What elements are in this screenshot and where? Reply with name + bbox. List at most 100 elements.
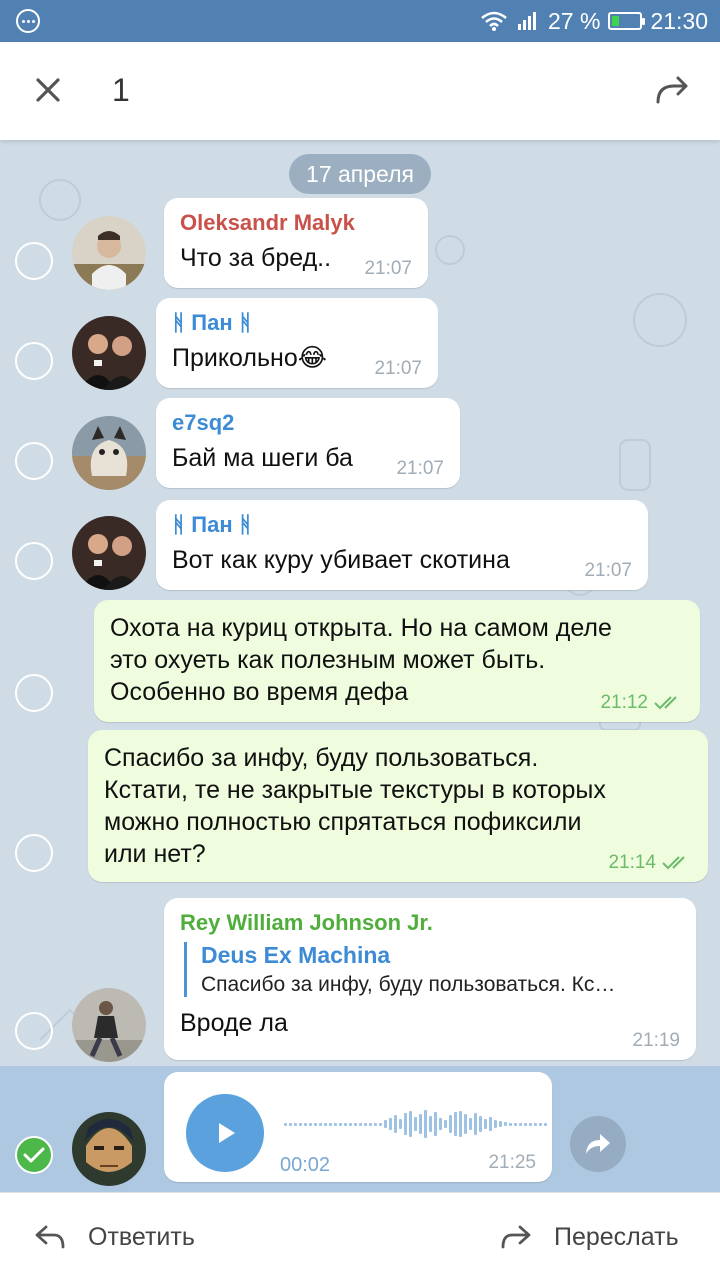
waveform-bar: [404, 1113, 407, 1135]
message-bubble[interactable]: Rey William Johnson Jr. Deus Ex Machina …: [164, 898, 696, 1060]
sender-name[interactable]: e7sq2: [172, 410, 444, 436]
waveform-bar: [459, 1111, 462, 1137]
waveform-bar: [534, 1122, 537, 1126]
waveform-bar: [419, 1114, 422, 1134]
voice-message-bubble[interactable]: 00:02 21:25: [164, 1072, 552, 1182]
select-checkbox[interactable]: [15, 674, 53, 712]
message-time: 21:25: [488, 1152, 536, 1173]
waveform-bar: [374, 1122, 377, 1126]
waveform-bar: [479, 1116, 482, 1132]
waveform-bar: [349, 1122, 352, 1126]
waveform-bar: [309, 1122, 312, 1126]
waveform-bar: [524, 1122, 527, 1126]
message-time: 21:07: [364, 258, 412, 279]
waveform-bar: [529, 1122, 532, 1126]
select-checkbox-checked[interactable]: [15, 1136, 53, 1174]
avatar[interactable]: [72, 216, 146, 290]
status-right: 27 % 21:30: [480, 0, 708, 42]
waveform-bar: [314, 1122, 317, 1126]
battery-fill: [612, 16, 620, 26]
message-time: 21:07: [396, 458, 444, 479]
forward-icon[interactable]: [652, 70, 692, 110]
waveform-bar: [514, 1122, 517, 1126]
reply-label[interactable]: Ответить: [88, 1223, 195, 1252]
waveform-bar: [504, 1122, 507, 1126]
sender-name[interactable]: ᚻ Пан ᚻ: [172, 512, 632, 538]
avatar[interactable]: [72, 516, 146, 590]
forward-icon: [501, 1225, 531, 1249]
message-bubble[interactable]: e7sq2 Бай ма шеги ба 21:07: [156, 398, 460, 488]
select-checkbox[interactable]: [15, 442, 53, 480]
message-text-line: или нет?: [104, 840, 206, 868]
sender-name[interactable]: Oleksandr Malyk: [180, 210, 412, 236]
voice-waveform[interactable]: [284, 1108, 547, 1140]
message-meta: 21:14: [608, 852, 692, 874]
waveform-bar: [329, 1122, 332, 1126]
select-checkbox[interactable]: [15, 542, 53, 580]
message-bubble[interactable]: ᚻ Пан ᚻ Прикольно😂 21:07: [156, 298, 438, 388]
double-check-icon: [662, 856, 685, 870]
waveform-bar: [424, 1110, 427, 1138]
message-time: 21:07: [584, 560, 632, 581]
select-checkbox[interactable]: [15, 342, 53, 380]
message-bubble-outgoing[interactable]: Охота на куриц открыта. Но на самом деле…: [94, 600, 700, 722]
message-bubble[interactable]: Oleksandr Malyk Что за бред.. 21:07: [164, 198, 428, 288]
close-icon[interactable]: [28, 70, 68, 110]
message-time: 21:12: [600, 692, 648, 713]
sender-name[interactable]: Rey William Johnson Jr.: [180, 910, 680, 936]
chat-area[interactable]: 17 апреля Oleksandr Malyk Что за бред.. …: [0, 140, 720, 1192]
waveform-bar: [414, 1117, 417, 1131]
avatar[interactable]: [72, 1112, 146, 1186]
wifi-icon: [481, 11, 507, 31]
waveform-bar: [354, 1122, 357, 1126]
waveform-bar: [344, 1122, 347, 1126]
reply-button[interactable]: Ответить: [34, 1193, 195, 1280]
message-bubble[interactable]: ᚻ Пан ᚻ Вот как куру убивает скотина 21:…: [156, 500, 648, 590]
waveform-bar: [379, 1122, 382, 1126]
waveform-bar: [409, 1111, 412, 1137]
avatar[interactable]: [72, 316, 146, 390]
select-checkbox[interactable]: [15, 1012, 53, 1050]
waveform-bar: [464, 1114, 467, 1134]
message-time: 21:07: [374, 358, 422, 379]
message-text-line: Спасибо за инфу, буду пользоваться.: [104, 744, 539, 772]
waveform-bar: [489, 1117, 492, 1131]
select-checkbox[interactable]: [15, 242, 53, 280]
message-text: Вроде ла: [180, 1009, 288, 1037]
waveform-bar: [334, 1122, 337, 1126]
waveform-bar: [494, 1120, 497, 1128]
waveform-bar: [469, 1118, 472, 1130]
waveform-bar: [429, 1116, 432, 1132]
reply-icon: [35, 1225, 65, 1249]
reply-preview-text: Спасибо за инфу, буду пользоваться. Кс…: [201, 973, 616, 996]
avatar[interactable]: [72, 416, 146, 490]
message-time: 21:14: [608, 852, 656, 873]
forward-icon: [586, 1134, 610, 1154]
waveform-bar: [444, 1120, 447, 1128]
waveform-bar: [294, 1122, 297, 1126]
play-button[interactable]: [186, 1094, 264, 1172]
waveform-bar: [284, 1122, 287, 1126]
message-bubble-outgoing[interactable]: Спасибо за инфу, буду пользоваться. Кста…: [88, 730, 708, 882]
sender-name[interactable]: ᚻ Пан ᚻ: [172, 310, 422, 336]
waveform-bar: [384, 1120, 387, 1128]
avatar[interactable]: [72, 988, 146, 1062]
voice-duration: 00:02: [280, 1154, 331, 1176]
waveform-bar: [369, 1122, 372, 1126]
waveform-bar: [399, 1119, 402, 1129]
waveform-bar: [364, 1122, 367, 1126]
battery-icon: [608, 12, 646, 30]
message-time: 21:19: [632, 1030, 680, 1051]
waveform-bar: [359, 1122, 362, 1126]
message-text-line: Охота на куриц открыта. Но на самом деле: [110, 614, 612, 642]
message-meta: 21:12: [600, 692, 684, 714]
double-check-icon: [654, 696, 677, 710]
forward-button[interactable]: Переслать: [500, 1193, 679, 1280]
waveform-bar: [454, 1112, 457, 1136]
quick-forward-button[interactable]: [570, 1116, 626, 1172]
message-text-line: это охуеть как полезным может быть.: [110, 646, 546, 674]
waveform-bar: [484, 1119, 487, 1129]
select-checkbox[interactable]: [15, 834, 53, 872]
forward-label[interactable]: Переслать: [554, 1223, 679, 1252]
reply-quote[interactable]: Deus Ex Machina Спасибо за инфу, буду по…: [184, 942, 680, 997]
